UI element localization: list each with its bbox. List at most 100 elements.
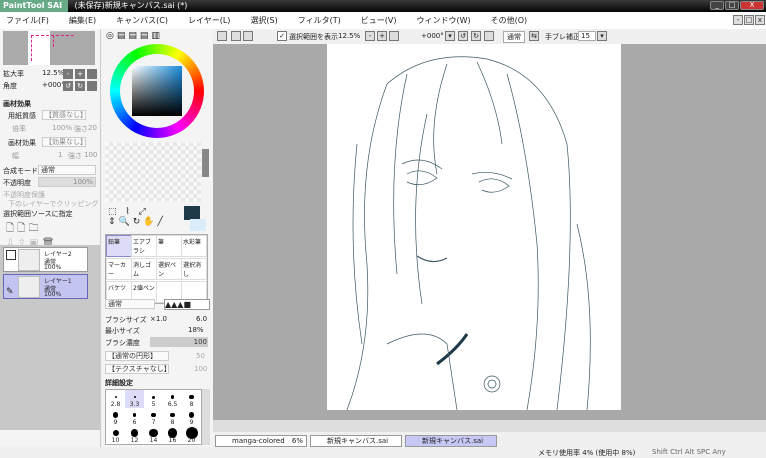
menu-window[interactable]: ウィンドウ(W) — [416, 15, 470, 26]
size-preset[interactable]: 3.3 — [125, 390, 144, 408]
tool-1-1[interactable]: 消しゴム — [131, 258, 157, 280]
preset-scrollbar[interactable] — [202, 389, 210, 445]
menu-layer[interactable]: レイヤー(L) — [188, 15, 230, 26]
size-preset[interactable]: 9 — [106, 408, 125, 426]
stabilizer-dropdown[interactable]: ▾ — [597, 31, 607, 41]
brush-mode-select[interactable]: 通常 — [105, 299, 155, 309]
secondary-color[interactable] — [190, 219, 206, 231]
size-preset[interactable]: 12 — [125, 426, 144, 444]
tool-1-2[interactable]: 選択ペン — [156, 258, 182, 280]
nav-angle-value[interactable]: +000° — [42, 81, 65, 89]
size-preset[interactable]: 6.5 — [163, 390, 182, 408]
folder-icon[interactable]: 🗀 — [28, 223, 38, 234]
tool-0-1[interactable]: エアブラシ — [131, 235, 157, 257]
canvas-paper[interactable] — [327, 44, 621, 411]
detail-settings-toggle[interactable]: 詳細設定 — [105, 378, 133, 388]
width-value[interactable]: 1 — [58, 151, 62, 159]
rotate-right-button[interactable]: ↻ — [471, 31, 481, 41]
rotate-reset-button[interactable] — [484, 31, 494, 41]
size-preset[interactable]: 9 — [182, 408, 201, 426]
canvas-area[interactable] — [213, 44, 766, 432]
size-preset[interactable]: 6 — [125, 408, 144, 426]
menu-view[interactable]: ビュー(V) — [361, 15, 397, 26]
scale-value[interactable]: 100% — [52, 124, 72, 132]
tool-1-3[interactable]: 選択消し — [181, 258, 207, 280]
nav-zoom-in[interactable]: + — [75, 69, 85, 79]
size-preset[interactable]: 7 — [144, 408, 163, 426]
redo-button[interactable] — [243, 31, 253, 41]
clipping-checkbox[interactable]: 下のレイヤーでクリッピング — [8, 199, 98, 209]
shape-value[interactable]: 50 — [196, 352, 205, 360]
doc-minimize-button[interactable]: - — [733, 15, 743, 25]
nav-zoom-out[interactable]: - — [63, 69, 73, 79]
menu-filter[interactable]: フィルタ(T) — [298, 15, 341, 26]
undo-button[interactable] — [231, 31, 241, 41]
zoom-reset-button[interactable] — [389, 31, 399, 41]
opacity-slider[interactable]: 100% — [38, 177, 96, 187]
angle-dropdown[interactable]: ▾ — [445, 31, 455, 41]
texture-value[interactable]: 100 — [194, 365, 207, 373]
color-wheel[interactable] — [110, 44, 204, 138]
close-button[interactable]: X — [740, 1, 764, 10]
flip-button[interactable]: ⇆ — [529, 31, 539, 41]
menu-canvas[interactable]: キャンバス(C) — [116, 15, 168, 26]
deselect-button[interactable] — [217, 31, 227, 41]
canvas-tab[interactable]: manga-colored 6% — [215, 435, 307, 447]
selection-tools[interactable]: ⬚ ⌇ ⤢ ⇕🔍↻✋╱ — [108, 207, 166, 227]
swatch-scrollbar[interactable] — [202, 149, 209, 177]
strength2-value[interactable]: 100 — [84, 151, 97, 159]
canvas-tab-active[interactable]: 新規キャンバス.sai6% — [405, 435, 497, 455]
canvas-tab[interactable]: 新規キャンバス.sai6% — [310, 435, 402, 455]
menu-file[interactable]: ファイル(F) — [6, 15, 49, 26]
stabilizer-value[interactable]: 15 — [578, 31, 596, 41]
color-mode-tabs[interactable]: ◎▤▤▤▥ — [106, 31, 163, 41]
brush-edge-selector[interactable]: ▲▲▲■ — [164, 299, 210, 310]
brush-shape-select[interactable]: 【通常の円形】 — [105, 351, 169, 361]
brush-size-multiplier[interactable]: ×1.0 — [150, 315, 167, 323]
size-preset[interactable]: 14 — [144, 426, 163, 444]
color-swatches[interactable] — [105, 142, 201, 202]
saturation-value-square[interactable] — [132, 66, 182, 116]
size-preset[interactable]: 16 — [163, 426, 182, 444]
size-preset[interactable]: 20 — [182, 426, 201, 444]
blend-mode-select[interactable]: 通常 — [38, 165, 96, 175]
menu-select[interactable]: 選択(S) — [250, 15, 277, 26]
menu-other[interactable]: その他(O) — [491, 15, 528, 26]
zoom-in-button[interactable]: + — [377, 31, 387, 41]
tool-1-0[interactable]: マーカー — [106, 258, 132, 280]
navigator-preview[interactable] — [3, 31, 95, 65]
tool-0-2[interactable]: 筆 — [156, 235, 182, 257]
paper-texture-select[interactable]: 【質感なし】 — [42, 110, 87, 120]
layer-item[interactable]: レイヤー2 通常 100% — [3, 247, 88, 272]
zoom-out-button[interactable]: - — [365, 31, 375, 41]
selection-display-checkbox[interactable]: ✓ — [277, 31, 287, 41]
nav-rotate-right[interactable]: ↻ — [75, 81, 85, 91]
new-layer-icon[interactable]: 🗋 — [6, 223, 14, 234]
size-preset[interactable]: 10 — [106, 426, 125, 444]
blend-mode[interactable]: 通常 — [503, 31, 525, 43]
horizontal-scrollbar[interactable] — [213, 420, 766, 432]
menu-edit[interactable]: 編集(E) — [69, 15, 96, 26]
tool-0-3[interactable]: 水彩筆 — [181, 235, 207, 257]
doc-restore-button[interactable]: □ — [744, 15, 754, 25]
layer-item-selected[interactable]: ✎ レイヤー1 通常 100% — [3, 274, 88, 299]
new-layer-set-icon[interactable]: 🗋 — [17, 223, 25, 234]
tool-0-0[interactable]: 鉛筆 — [106, 235, 132, 257]
size-preset[interactable]: 5 — [144, 390, 163, 408]
selection-source-checkbox[interactable]: 選択範囲ソースに指定 — [3, 209, 73, 219]
nav-rotate-reset[interactable] — [87, 81, 97, 91]
maximize-button[interactable]: □ — [725, 1, 739, 10]
nav-zoom-value[interactable]: 12.5% — [42, 69, 64, 77]
size-preset[interactable]: 2.8 — [106, 390, 125, 408]
size-preset[interactable]: 8 — [182, 390, 201, 408]
strength-value[interactable]: 20 — [88, 124, 97, 132]
min-size-value[interactable]: 18% — [188, 326, 204, 334]
primary-color[interactable] — [184, 206, 200, 220]
nav-rotate-left[interactable]: ↺ — [63, 81, 73, 91]
visibility-icon[interactable] — [6, 250, 16, 260]
brush-texture-select[interactable]: 【テクスチャなし】 — [105, 364, 171, 374]
angle-value[interactable]: +000° — [421, 32, 444, 40]
zoom-value[interactable]: 12.5% — [338, 32, 360, 40]
effect-select[interactable]: 【効果なし】 — [42, 137, 87, 147]
brush-size-value[interactable]: 6.0 — [196, 315, 207, 323]
